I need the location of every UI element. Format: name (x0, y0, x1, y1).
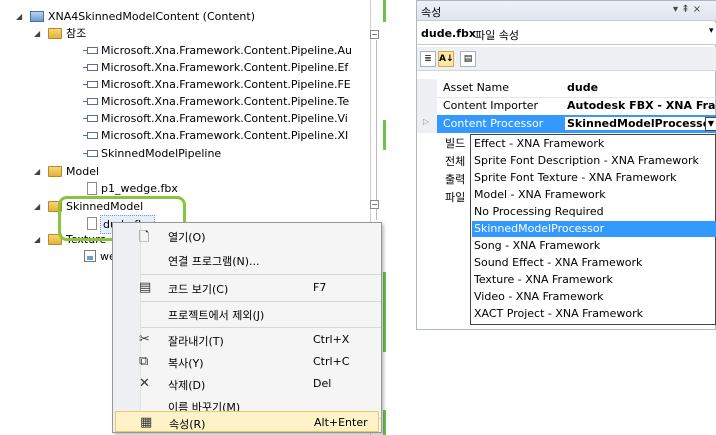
reference-icon (87, 115, 98, 122)
expand-icon[interactable]: ◢ (34, 231, 40, 248)
code-icon: ▤ (139, 280, 152, 295)
menu-item-properties[interactable]: ▦ 속성(R) Alt+Enter (115, 411, 379, 432)
open-icon: 🗋 (139, 230, 150, 245)
property-pages-icon[interactable]: ▤ (460, 51, 476, 67)
dropdown-option[interactable]: Song - XNA Framework (472, 238, 716, 254)
menu-item-view-code[interactable]: ▤ 코드 보기(C) F7 (115, 277, 379, 299)
categorized-icon[interactable]: ≣ (420, 51, 436, 67)
change-bar (383, 410, 386, 435)
change-bar (383, 272, 386, 352)
object-selector[interactable]: dude.fbx 파일 속성 ▾ (417, 23, 716, 45)
collapse-icon[interactable]: − (370, 30, 379, 39)
content-project-icon (30, 11, 44, 22)
change-bar (383, 120, 386, 150)
dropdown-option[interactable]: Model - XNA Framework (472, 187, 716, 203)
cut-icon: ✂ (139, 332, 150, 347)
reference-icon (87, 81, 98, 88)
menu-item-open[interactable]: 🗋 열기(O) (115, 225, 379, 247)
file-icon (87, 182, 97, 195)
image-file-icon (84, 250, 96, 262)
dropdown-option[interactable]: Sound Effect - XNA Framework (472, 255, 716, 271)
alphabetical-icon[interactable]: A↓ (438, 51, 454, 67)
reference-icon (87, 132, 98, 139)
panel-controls[interactable]: ▾ ⇞ × (673, 4, 701, 15)
outline-line (376, 40, 377, 220)
properties-icon: ▦ (140, 415, 153, 430)
expand-icon[interactable]: ◢ (34, 163, 40, 180)
property-row-selected[interactable]: ▷ Content Processor SkinnedModelProcesso… (417, 115, 716, 133)
dropdown-option[interactable]: Sprite Font Texture - XNA Framework (472, 170, 716, 186)
delete-icon: ✕ (139, 376, 150, 391)
dropdown-option[interactable]: No Processing Required (472, 204, 716, 220)
menu-item-exclude[interactable]: 프로젝트에서 제외(J) (115, 303, 379, 325)
property-row[interactable]: Asset Name dude (417, 79, 716, 97)
reference-icon (87, 150, 98, 157)
processor-dropdown-list: Effect - XNA Framework Sprite Font Descr… (470, 134, 716, 325)
context-menu: 🗋 열기(O) 연결 프로그램(N)... ▤ 코드 보기(C) F7 프로젝트… (112, 222, 382, 433)
expand-icon[interactable]: ◢ (16, 8, 22, 25)
expand-icon[interactable]: ◢ (34, 198, 40, 215)
menu-item-cut[interactable]: ✂ 잘라내기(T) Ctrl+X (115, 329, 379, 351)
dropdown-option[interactable]: Sprite Font Description - XNA Framework (472, 153, 716, 169)
properties-toolbar: ≣ A↓ ▤ (417, 47, 716, 71)
dropdown-option[interactable]: Effect - XNA Framework (472, 136, 716, 152)
menu-item-open-with[interactable]: 연결 프로그램(N)... (115, 249, 379, 271)
dropdown-option-selected[interactable]: SkinnedModelProcessor (472, 221, 716, 237)
property-row[interactable]: Content Importer Autodesk FBX - XNA Fram (417, 97, 716, 115)
properties-titlebar: 속성 ▾ ⇞ × (417, 1, 716, 21)
change-bar (383, 0, 386, 22)
collapse-icon[interactable]: − (370, 200, 379, 209)
expand-icon[interactable]: ▷ (423, 117, 429, 126)
expand-icon[interactable]: ◢ (34, 25, 40, 42)
dropdown-option[interactable]: Video - XNA Framework (472, 289, 716, 305)
reference-icon (87, 47, 98, 54)
copy-icon: ⧉ (139, 354, 149, 369)
menu-item-delete[interactable]: ✕ 삭제(D) Del (115, 373, 379, 395)
chevron-down-icon: ▾ (709, 26, 714, 36)
folder-icon (48, 166, 62, 177)
dropdown-option[interactable]: XACT Project - XNA Framework (472, 306, 716, 322)
folder-icon (48, 28, 62, 39)
reference-icon (87, 98, 98, 105)
menu-item-copy[interactable]: ⧉ 복사(Y) Ctrl+C (115, 351, 379, 373)
dropdown-option[interactable]: Texture - XNA Framework (472, 272, 716, 288)
dropdown-arrow-icon[interactable]: ▼ (705, 117, 716, 131)
reference-icon (87, 64, 98, 71)
